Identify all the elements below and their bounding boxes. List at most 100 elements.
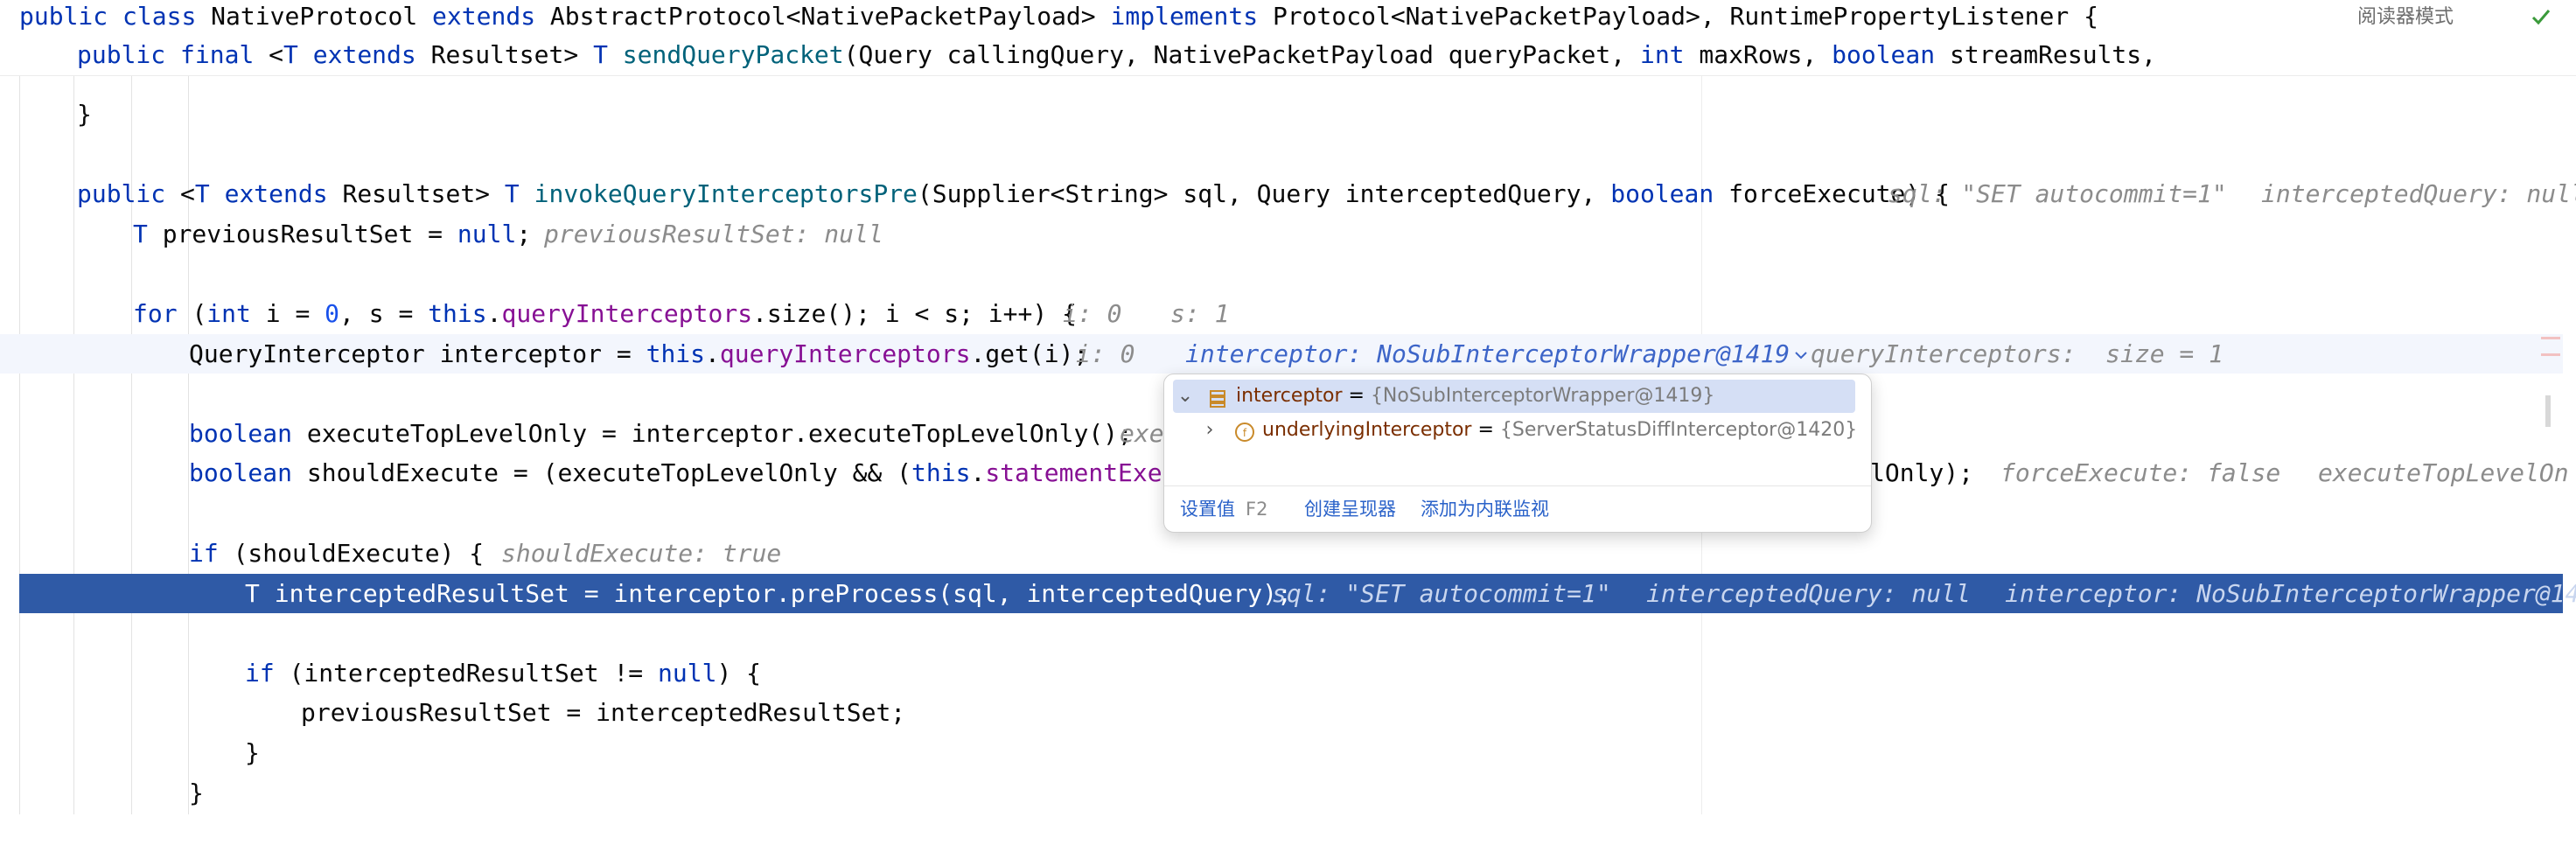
current-line[interactable]: QueryInterceptor interceptor = this.quer… <box>0 334 2563 374</box>
keyword: null <box>658 659 717 688</box>
number: 0 <box>325 299 340 328</box>
base-class: AbstractProtocol<NativePacketPayload> <box>549 2 1096 31</box>
chevron-down-icon[interactable] <box>1793 347 1809 363</box>
set-value-link[interactable]: 设置值 F2 <box>1180 486 1267 532</box>
keyword: int <box>206 299 251 328</box>
type-name: Resultset> <box>342 179 491 208</box>
keyword: public <box>77 40 166 69</box>
code-text: executeTopLevelOnly = interceptor.execut… <box>306 419 1133 448</box>
punct: ( <box>192 299 207 328</box>
code-text: .size(); i < s; i++) { <box>752 299 1077 328</box>
reader-mode-button[interactable]: 阅读器模式 <box>2357 0 2454 35</box>
tree-node-interceptor[interactable]: ⌄ interceptor = {NoSubInterceptorWrapper… <box>1173 380 1855 413</box>
keyword: boolean <box>189 458 293 487</box>
code-line[interactable]: } <box>0 733 2563 772</box>
keyword: boolean <box>189 419 293 448</box>
code-line[interactable]: } <box>0 94 2563 134</box>
error-stripe-mark[interactable] <box>2541 353 2560 356</box>
error-stripe-mark[interactable] <box>2541 337 2560 339</box>
inline-debug-hint: i: 0 <box>1063 299 1122 328</box>
code-text: shouldExecute = (executeTopLevelOnly && … <box>306 458 912 487</box>
keyword: extends <box>224 179 328 208</box>
code-text: previousResultSet = interceptedResultSet… <box>301 698 906 727</box>
keyword: if <box>189 539 219 568</box>
code-line[interactable]: } <box>0 773 2563 813</box>
inline-debug-hint: interceptor: NoSubInterceptorWrapper@141 <box>2005 579 2576 608</box>
code-text: .get(i); <box>970 339 1089 368</box>
code-line[interactable]: T previousResultSet = null; previousResu… <box>0 214 2563 254</box>
shortcut-key: F2 <box>1246 499 1268 520</box>
keyword: public <box>77 179 166 208</box>
type-param: T <box>593 40 608 69</box>
keyword: int <box>1639 40 1685 69</box>
chevron-right-icon[interactable]: › <box>1199 414 1220 447</box>
variable-name: interceptor <box>1236 385 1343 407</box>
brace: } <box>189 779 204 807</box>
params: (Query callingQuery, NativePacketPayload… <box>843 40 1626 69</box>
type-param: T <box>504 179 520 208</box>
variable-name: underlyingInterceptor <box>1262 419 1472 441</box>
punct: . <box>970 458 986 487</box>
code-text: QueryInterceptor interceptor = <box>189 339 632 368</box>
set-value-label: 设置值 <box>1180 499 1235 520</box>
for-loop-line[interactable]: for (int i = 0, s = this.queryIntercepto… <box>0 294 2563 333</box>
params: (Supplier<String> sql, Query intercepted… <box>917 179 1596 208</box>
scrollbar-thumb[interactable] <box>2545 395 2551 427</box>
code-line[interactable]: previousResultSet = interceptedResultSet… <box>0 693 2563 732</box>
inline-debug-hint: sql: "SET autocommit=1" <box>1272 579 1611 608</box>
invoke-declaration-line[interactable]: public <T extends Resultset> T invokeQue… <box>0 174 2576 213</box>
brace: } <box>77 100 92 129</box>
type-name: Resultset> <box>430 40 579 69</box>
variable-value: {NoSubInterceptorWrapper@1419} <box>1370 385 1715 407</box>
method-name: sendQueryPacket <box>622 40 844 69</box>
code-text: previousResultSet = <box>162 220 443 248</box>
chevron-down-icon[interactable]: ⌄ <box>1175 380 1196 413</box>
check-icon[interactable] <box>2530 5 2552 28</box>
code-line[interactable]: if (interceptedResultSet != null) { <box>0 653 2563 693</box>
inline-debug-hint: previousResultSet: null <box>544 220 883 248</box>
keyword: extends <box>312 40 416 69</box>
field: queryInterceptors <box>719 339 971 368</box>
inline-debug-hint: i: 0 <box>1076 339 1135 368</box>
inline-debug-hint: queryInterceptors: size = 1 <box>1811 339 2224 368</box>
code-text: T interceptedResultSet = interceptor.pre… <box>245 579 1292 608</box>
keyword: extends <box>432 2 536 31</box>
type-param: T <box>194 179 210 208</box>
interceptor-hint[interactable]: interceptor: NoSubInterceptorWrapper@141… <box>1185 334 1809 374</box>
create-renderer-link[interactable]: 创建呈现器 <box>1304 486 1396 532</box>
inline-debug-hint: interceptedQuery: null <box>2261 179 2576 208</box>
code-text: i = <box>265 299 311 328</box>
params: streamResults, <box>1950 40 2157 69</box>
method-declaration-line[interactable]: public final <T extends Resultset> T sen… <box>0 35 2563 74</box>
sticky-header: public class NativeProtocol extends Abst… <box>0 0 2576 76</box>
method-name: invokeQueryInterceptorsPre <box>534 179 918 208</box>
inline-debug-hint: executeTopLevelOn <box>2318 458 2569 487</box>
type-param: T <box>283 40 298 69</box>
code-text: (shouldExecute) { <box>233 539 485 568</box>
code-text: (interceptedResultSet != <box>289 659 644 688</box>
execution-point-line[interactable]: T interceptedResultSet = interceptor.pre… <box>19 574 2576 613</box>
inline-debug-hint: shouldExecute: true <box>501 539 782 568</box>
equals: = <box>1471 419 1500 441</box>
keyword: if <box>245 659 275 688</box>
brace: } <box>245 738 260 767</box>
code-text: lOnly); <box>1870 458 1974 487</box>
class-declaration-line[interactable]: public class NativeProtocol extends Abst… <box>0 0 2563 36</box>
keyword: boolean <box>1832 40 1936 69</box>
keyword: boolean <box>1610 179 1714 208</box>
code-line[interactable]: if (shouldExecute) { shouldExecute: true <box>0 534 2563 573</box>
keyword: null <box>457 220 517 248</box>
keyword: this <box>911 458 971 487</box>
code-text: , s = <box>339 299 414 328</box>
inline-debug-hint: s: 1 <box>1170 299 1230 328</box>
add-inline-watch-link[interactable]: 添加为内联监视 <box>1421 486 1549 532</box>
class-name: NativeProtocol <box>211 2 418 31</box>
field-icon <box>1208 387 1227 408</box>
keyword: for <box>133 299 178 328</box>
tree-node-underlying-interceptor[interactable]: › f underlyingInterceptor = {ServerStatu… <box>1173 414 1858 447</box>
object-icon: f <box>1234 421 1255 442</box>
variable-value: {ServerStatusDiffInterceptor@1420} <box>1499 419 1858 441</box>
keyword: this <box>428 299 487 328</box>
punct: < <box>269 40 284 69</box>
svg-text:f: f <box>1243 427 1247 439</box>
